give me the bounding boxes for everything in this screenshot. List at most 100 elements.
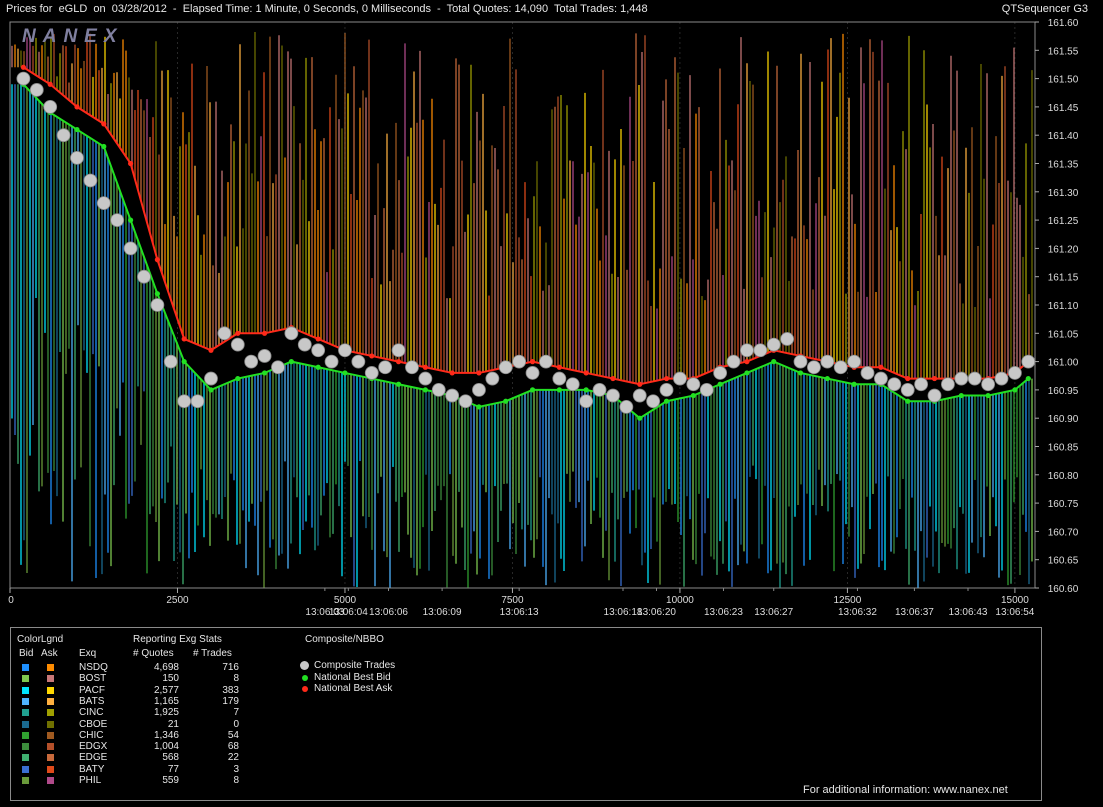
national-best-bid-point: [476, 404, 482, 410]
quote-count: 1,925: [153, 707, 179, 719]
composite-trade-point: [190, 394, 205, 409]
national-best-bid-point: [958, 392, 964, 399]
national-best-bid-point: [556, 387, 562, 393]
composite-trade-point: [539, 354, 553, 369]
y-tick-label: 161.40: [1048, 131, 1079, 142]
x-tick-label: 5000: [334, 595, 357, 606]
composite-trade-point: [592, 382, 607, 397]
composite-trade-point: [740, 343, 754, 358]
bid-color-swatch: [22, 697, 29, 705]
x-tick-label: 15000: [1001, 595, 1029, 606]
time-tick-label: 13:06:37: [895, 607, 934, 618]
time-tick-label: 13:06:13: [500, 607, 539, 618]
exchange-name: EDGX: [79, 741, 108, 753]
composite-trade-point: [123, 241, 138, 256]
composite-trade-point: [29, 83, 44, 97]
national-best-ask-point: [422, 364, 428, 370]
trade-count: 7: [233, 707, 239, 719]
composite-trade-point: [807, 360, 821, 375]
composite-trade-point: [177, 394, 192, 409]
y-tick-label: 161.45: [1048, 103, 1079, 114]
composite-trade-point: [485, 371, 500, 386]
trades-header: # Trades: [193, 648, 232, 659]
exchange-name: BATS: [79, 695, 105, 707]
y-tick-label: 161.10: [1048, 301, 1079, 312]
footer-info: For additional information: www.nanex.ne…: [803, 784, 1008, 796]
national-best-bid-point: [690, 392, 696, 399]
y-tick-label: 161.35: [1048, 160, 1079, 171]
y-tick-label: 160.80: [1048, 471, 1079, 482]
quote-count: 2,577: [153, 684, 179, 696]
ask-color-swatch: [47, 709, 54, 717]
national-best-ask-point: [556, 364, 562, 370]
national-best-bid-point: [127, 217, 134, 223]
bid-color-swatch: [22, 754, 29, 762]
composite-legend-label: National Best Bid: [314, 671, 391, 683]
composite-trade-point: [43, 100, 58, 114]
exq-header: Exq: [79, 648, 97, 659]
national-best-bid-point: [771, 359, 777, 365]
composite-trade-point: [338, 343, 352, 358]
exchange-name: EDGE: [79, 752, 108, 764]
y-axis: 161.60 161.55 161.50 161.45 161.40 161.35 161.…: [1035, 18, 1079, 595]
national-best-ask-point: [583, 370, 589, 376]
y-tick-label: 160.85: [1048, 443, 1079, 454]
composite-trade-point: [297, 337, 312, 352]
trade-count: 22: [227, 752, 239, 764]
national-best-bid-point: [663, 398, 670, 404]
quote-count: 1,165: [153, 695, 179, 707]
composite-trade-point: [498, 360, 513, 375]
national-best-ask-point: [744, 359, 750, 365]
y-tick-label: 160.95: [1048, 386, 1079, 397]
ask-color-swatch: [47, 697, 54, 705]
composite-trade-point: [512, 354, 527, 369]
bid-color-swatch: [22, 720, 29, 728]
composite-trade-point: [351, 354, 366, 369]
y-tick-label: 160.90: [1048, 414, 1079, 425]
composite-trade-point: [1021, 354, 1036, 369]
nanex-watermark: NANEX: [22, 26, 124, 47]
ask-color-swatch: [47, 731, 54, 739]
national-best-bid-point: [181, 359, 187, 365]
time-tick-label: 13:06:27: [754, 607, 793, 618]
time-tick-label: 13:06:06: [369, 607, 408, 618]
x-tick-label: 10000: [666, 595, 694, 606]
national-best-bid-point: [342, 370, 348, 376]
composite-trade-point: [378, 360, 393, 375]
composite-trade-point: [793, 354, 808, 369]
x-tick-label: 0: [8, 595, 14, 606]
composite-trade-point: [847, 354, 862, 369]
composite-trade-point: [445, 388, 460, 403]
bid-color-swatch: [22, 709, 29, 717]
composite-trade-point: [713, 366, 728, 380]
composite-trade-point: [632, 388, 647, 403]
composite-trade-point: [606, 388, 620, 403]
composite-trade-point: [163, 354, 178, 369]
composite-trade-point: [110, 213, 125, 228]
composite-trade-point: [1008, 366, 1022, 380]
bid-color-swatch: [22, 675, 29, 683]
composite-trade-point: [954, 371, 969, 386]
y-tick-label: 161.00: [1048, 358, 1079, 369]
national-best-ask-point: [449, 370, 455, 376]
trade-count: 8: [233, 673, 239, 685]
national-best-ask-point: [369, 353, 375, 359]
national-best-bid-point: [261, 370, 268, 376]
composite-trade-point: [271, 360, 285, 375]
quote-count: 568: [162, 752, 179, 764]
trade-count: 383: [222, 684, 239, 696]
bid-color-swatch: [22, 686, 29, 694]
national-best-bid-point: [208, 387, 214, 393]
y-tick-label: 161.50: [1048, 75, 1079, 86]
composite-trade-point: [699, 382, 714, 397]
composite-trade-point: [766, 337, 781, 352]
y-tick-label: 161.30: [1048, 188, 1079, 199]
national-best-ask-point: [476, 370, 482, 376]
composite-trade-point: [16, 71, 31, 86]
national-best-ask-point: [395, 359, 402, 365]
composite-trade-point: [405, 360, 419, 375]
quote-count: 1,346: [153, 729, 179, 741]
national-best-ask-point: [315, 336, 321, 342]
quote-count: 1,004: [153, 741, 179, 753]
y-tick-label: 161.25: [1048, 216, 1079, 227]
